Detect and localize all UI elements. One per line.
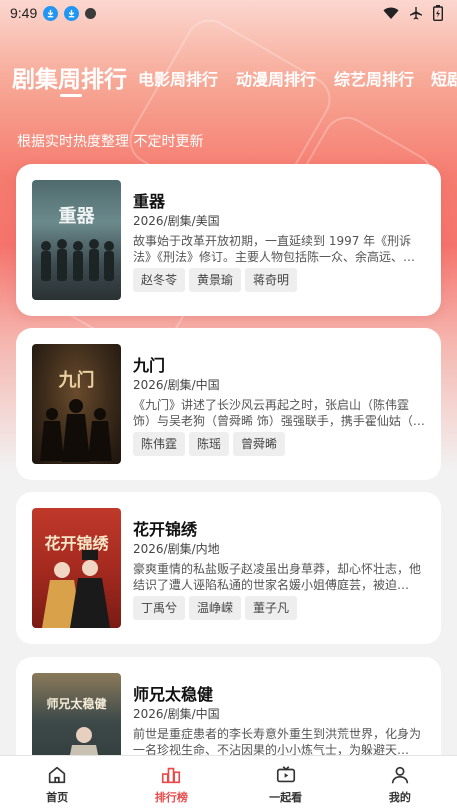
card-description: 《九门》讲述了长沙风云再起之时，张启山（陈伟霆 饰）与吴老狗（曾舜晞 饰）强强联… — [133, 398, 425, 428]
active-tab-indicator — [60, 94, 82, 97]
card-description: 豪爽重情的私盐贩子赵凌虽出身草莽，却心怀壮志，他结识了遭人诬陷私通的世家名媛小姐… — [133, 562, 422, 592]
cast-tag[interactable]: 陈瑶 — [189, 432, 230, 456]
cast-tag[interactable]: 蒋奇明 — [245, 268, 298, 292]
tab-series-weekly[interactable]: 剧集周排行 — [12, 60, 127, 94]
category-tabs: 剧集周排行 电影周排行 动漫周排行 综艺周排行 短剧周排行 — [0, 56, 457, 104]
ranking-subtitle: 根据实时热度整理 不定时更新 — [17, 134, 204, 150]
wifi-icon — [383, 7, 399, 19]
poster-image: 九门 — [32, 344, 121, 464]
ranking-card[interactable]: 九门 九门 2026/剧集/中国 《九门》讲述了长沙风云再起之时，张启山（陈伟霆… — [16, 328, 441, 480]
cast-tag[interactable]: 温峥嵘 — [189, 596, 242, 620]
card-meta: 2026/剧集/中国 — [133, 707, 220, 721]
cast-tags: 赵冬苓 黄景瑜 蒋奇明 — [133, 268, 298, 292]
tab-anime-weekly[interactable]: 动漫周排行 — [236, 66, 316, 90]
tv-icon — [276, 765, 295, 782]
cast-tag[interactable]: 董子凡 — [245, 596, 298, 620]
card-meta: 2026/剧集/中国 — [133, 378, 220, 392]
cast-tag[interactable]: 赵冬苓 — [133, 268, 186, 292]
cast-tag[interactable]: 陈伟霆 — [133, 432, 186, 456]
card-meta: 2026/剧集/内地 — [133, 542, 220, 556]
card-title: 重器 — [133, 192, 166, 211]
download-icon — [64, 5, 80, 21]
poster-image: 花开锦绣 — [32, 508, 121, 628]
poster-image: 重器 — [32, 180, 121, 300]
ranking-card[interactable]: 重器 重器 2026/剧集/美国 故事始于改革开放初期，一直延续到 1997 年… — [16, 164, 441, 316]
dot-icon — [85, 7, 97, 19]
nav-profile[interactable]: 我的 — [343, 756, 457, 812]
download-icon — [43, 5, 59, 21]
tab-variety-weekly[interactable]: 综艺周排行 — [334, 66, 414, 90]
ranking-icon — [162, 767, 181, 783]
cast-tags: 丁禹兮 温峥嵘 董子凡 — [133, 596, 298, 620]
card-meta: 2026/剧集/美国 — [133, 214, 220, 228]
nav-label: 首页 — [46, 790, 69, 804]
poster-figures — [41, 239, 114, 281]
cast-tag[interactable]: 曾舜晞 — [233, 432, 286, 456]
nav-label: 一起看 — [269, 790, 303, 804]
nav-ranking[interactable]: 排行榜 — [114, 756, 228, 812]
profile-icon — [391, 766, 409, 783]
tab-short-drama-weekly[interactable]: 短剧周排行 — [431, 66, 457, 90]
home-icon — [48, 766, 66, 783]
cast-tags: 陈伟霆 陈瑶 曾舜晞 — [133, 432, 286, 456]
status-time: 9:49 — [10, 5, 38, 21]
nav-watch-together[interactable]: 一起看 — [229, 756, 343, 812]
nav-label: 我的 — [388, 790, 411, 804]
cast-tag[interactable]: 黄景瑜 — [189, 268, 242, 292]
tab-movie-weekly[interactable]: 电影周排行 — [138, 66, 218, 90]
battery-icon — [433, 5, 443, 21]
poster-figures — [42, 550, 110, 628]
card-description: 前世是重症患者的李长寿意外重生到洪荒世界，化身为一名珍视生命、不沾因果的小小炼气… — [133, 727, 422, 757]
card-title: 师兄太稳健 — [133, 685, 214, 704]
airplane-icon — [410, 7, 422, 20]
status-bar: 9:49 — [0, 0, 457, 26]
bottom-navigation: 首页 排行榜 一起看 我的 — [0, 755, 457, 812]
card-description: 故事始于改革开放初期，一直延续到 1997 年《刑诉法》《刑法》修订。主要人物包… — [133, 234, 416, 264]
nav-home[interactable]: 首页 — [0, 756, 114, 812]
ranking-card[interactable]: 花开锦绣 花开锦绣 2026/剧集/内地 豪爽重情的私盐贩子赵凌虽出身草莽，却心… — [16, 492, 441, 644]
poster-figures — [40, 399, 112, 462]
card-title: 九门 — [133, 356, 166, 375]
nav-label: 排行榜 — [154, 790, 188, 804]
card-title: 花开锦绣 — [133, 520, 198, 539]
cast-tag[interactable]: 丁禹兮 — [133, 596, 186, 620]
